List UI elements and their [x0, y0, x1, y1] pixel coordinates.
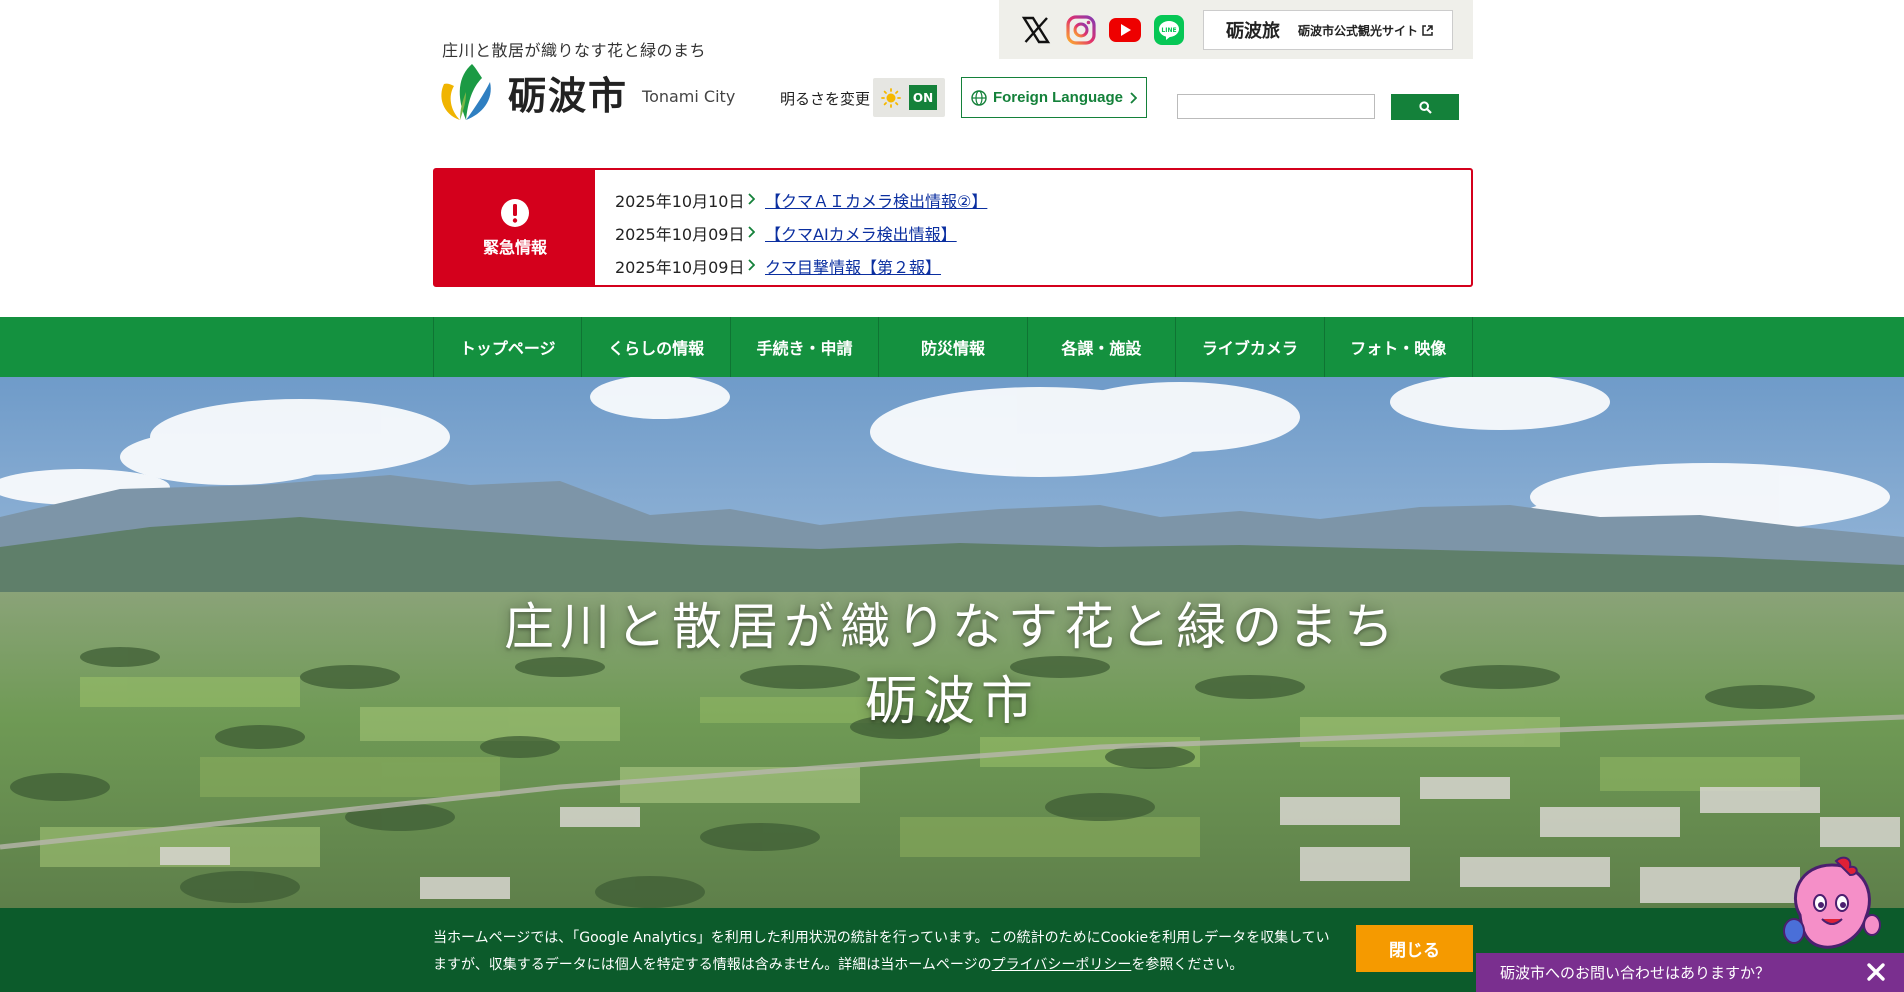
emergency-date: 2025年10月10日: [615, 191, 745, 211]
chevron-right-icon: [747, 190, 756, 209]
nav-item-departments[interactable]: 各課・施設: [1028, 317, 1177, 377]
brightness-toggle[interactable]: ON: [873, 78, 945, 117]
emergency-date: 2025年10月09日: [615, 257, 745, 277]
emergency-link[interactable]: クマ目撃情報【第２報】: [765, 254, 941, 278]
logo-city-name: 砺波市: [508, 72, 629, 118]
search-icon: [1418, 100, 1432, 114]
nav-item-procedures[interactable]: 手続き・申請: [731, 317, 880, 377]
hero-city-name: 砺波市: [864, 672, 1039, 732]
site-tagline: 庄川と散居が織りなす花と緑のまち: [442, 41, 707, 60]
logo-city-name-en: Tonami City: [642, 86, 736, 106]
emergency-date: 2025年10月09日: [615, 224, 745, 244]
close-icon[interactable]: [1866, 962, 1886, 982]
tour-link-label: 砺波市公式観光サイト: [1298, 23, 1419, 38]
hero-headline: 庄川と散居が織りなす花と緑のまち: [504, 598, 1400, 656]
svg-text:LINE: LINE: [1161, 27, 1176, 34]
hero-banner: 庄川と散居が織りなす花と緑のまち 砺波市: [0, 377, 1904, 908]
nav-item-top[interactable]: トップページ: [434, 317, 583, 377]
chevron-right-icon: [747, 256, 756, 275]
chevron-right-icon: [1130, 91, 1137, 104]
search-button[interactable]: [1391, 94, 1459, 120]
instagram-icon[interactable]: [1064, 13, 1098, 47]
tour-logo: 砺波旅: [1226, 21, 1280, 42]
chat-prompt-label: 砺波市へのお問い合わせはありますか？: [1500, 964, 1771, 982]
mascot-icon[interactable]: [1780, 855, 1884, 955]
main-nav-items: トップページ くらしの情報 手続き・申請 防災情報 各課・施設 ライブカメラ フ…: [433, 317, 1473, 377]
tonami-logo-mark-icon: [441, 64, 491, 120]
nav-item-live-camera[interactable]: ライブカメラ: [1176, 317, 1325, 377]
chat-widget-bar[interactable]: 砺波市へのお問い合わせはありますか？: [1476, 953, 1904, 992]
emergency-link[interactable]: 【クマAIカメラ検出情報】: [765, 221, 957, 245]
search-input[interactable]: [1177, 94, 1375, 119]
brightness-label: 明るさを変更: [780, 90, 871, 108]
external-link-icon: [1422, 24, 1433, 36]
globe-icon: [971, 89, 987, 106]
foreign-language-button[interactable]: Foreign Language: [961, 77, 1147, 118]
x-icon[interactable]: [1019, 13, 1053, 47]
nav-item-disaster[interactable]: 防災情報: [879, 317, 1028, 377]
nav-item-photo-video[interactable]: フォト・映像: [1325, 317, 1473, 377]
brightness-state-badge: ON: [909, 85, 937, 110]
emergency-link[interactable]: 【クマＡＩカメラ検出情報②】: [765, 188, 987, 212]
cookie-text-end: を参照ください。: [1131, 957, 1244, 973]
sun-icon: [881, 88, 901, 108]
nav-item-living[interactable]: くらしの情報: [582, 317, 731, 377]
youtube-icon[interactable]: [1108, 13, 1142, 47]
emergency-list: 2025年10月10日 【クマＡＩカメラ検出情報②】 2025年10月09日 【…: [595, 170, 987, 285]
emergency-label-text: 緊急情報: [482, 237, 547, 257]
social-links-panel: LINE 砺波旅 砺波市公式観光サイト: [999, 0, 1473, 59]
foreign-language-label: Foreign Language: [992, 89, 1123, 106]
tourism-site-link[interactable]: 砺波旅 砺波市公式観光サイト: [1203, 10, 1453, 50]
cookie-text: 当ホームページでは、「Google Analytics」を利用した利用状況の統計…: [433, 925, 1338, 979]
emergency-info-box: 緊急情報 2025年10月10日 【クマＡＩカメラ検出情報②】 2025年10月…: [433, 168, 1473, 287]
emergency-item: 2025年10月09日 クマ目撃情報【第２報】: [615, 249, 987, 282]
chevron-right-icon: [747, 223, 756, 242]
alert-icon: [501, 198, 529, 227]
emergency-item: 2025年10月10日 【クマＡＩカメラ検出情報②】: [615, 183, 987, 216]
emergency-label: 緊急情報: [435, 170, 595, 285]
privacy-policy-link[interactable]: プライバシーポリシー: [992, 957, 1132, 973]
site-logo[interactable]: 砺波市 Tonami City: [438, 62, 735, 122]
site-header: 庄川と散居が織りなす花と緑のまち 砺波市 Tonami City LINE 砺波…: [0, 0, 1904, 317]
main-nav: トップページ くらしの情報 手続き・申請 防災情報 各課・施設 ライブカメラ フ…: [0, 317, 1904, 377]
emergency-item: 2025年10月09日 【クマAIカメラ検出情報】: [615, 216, 987, 249]
cookie-close-button[interactable]: 閉じる: [1356, 925, 1473, 972]
line-icon[interactable]: LINE: [1152, 13, 1186, 47]
